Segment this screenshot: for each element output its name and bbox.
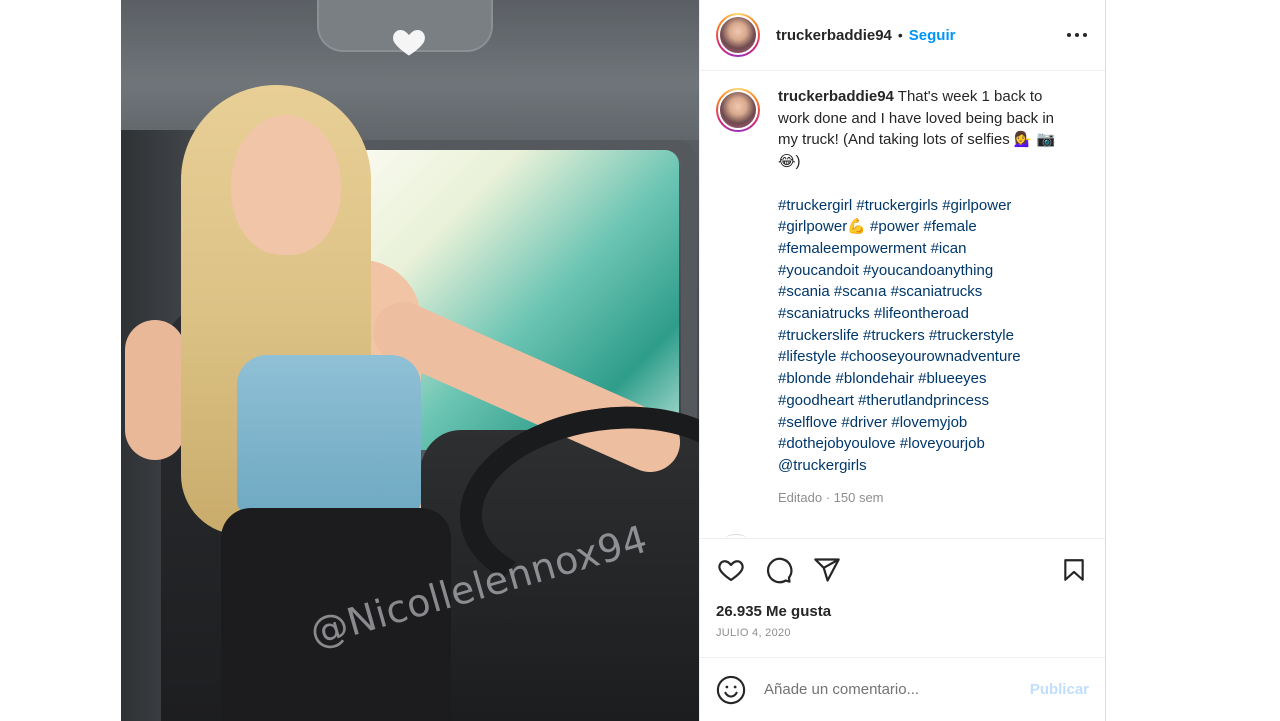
likes-count[interactable]: 26.935 Me gusta xyxy=(716,603,1089,620)
avatar-image xyxy=(718,15,758,55)
hashtag-line[interactable]: #youcandoit #youcandoanything xyxy=(778,260,1068,282)
header-separator: • xyxy=(897,27,903,43)
caption-username[interactable]: truckerbaddie94 xyxy=(778,88,894,105)
instagram-post: @Nicollelennox94 truckerbaddie94 • Segui… xyxy=(121,0,1106,721)
action-bar xyxy=(716,539,1089,601)
post-header: truckerbaddie94 • Seguir xyxy=(700,0,1105,71)
hashtag-line[interactable]: #scania #scanıa #scaniatrucks xyxy=(778,281,1068,303)
hashtag-line[interactable]: #truckerslife #truckers #truckerstyle xyxy=(778,325,1068,347)
follow-button[interactable]: Seguir xyxy=(909,27,956,44)
post-date[interactable]: JULIO 4, 2020 xyxy=(716,627,1089,639)
bookmark-icon[interactable] xyxy=(1059,555,1089,585)
heart-icon xyxy=(393,30,425,56)
heart-outline-icon[interactable] xyxy=(716,555,746,585)
avatar[interactable] xyxy=(716,13,760,57)
caption: truckerbaddie94 That's week 1 back to wo… xyxy=(716,86,1089,508)
comments-area[interactable]: truckerbaddie94 That's week 1 back to wo… xyxy=(700,72,1105,538)
hashtag-line[interactable]: #truckergirl #truckergirls #girlpower xyxy=(778,195,1068,217)
hashtag-line[interactable]: #girlpower💪 #power #female xyxy=(778,216,1068,238)
caption-body: truckerbaddie94 That's week 1 back to wo… xyxy=(778,86,1068,508)
hashtag-line[interactable]: #scaniatrucks #lifeontheroad xyxy=(778,303,1068,325)
person-left-arm xyxy=(125,320,185,460)
hashtag-line[interactable]: #femaleempowerment #ican xyxy=(778,238,1068,260)
hashtag-line[interactable]: #goodheart #therutlandprincess xyxy=(778,390,1068,412)
person-top xyxy=(237,355,421,515)
person-face xyxy=(231,115,341,255)
caption-avatar-image xyxy=(718,90,758,130)
hashtag-line[interactable]: #blonde #blondehair #blueeyes xyxy=(778,368,1068,390)
hashtag-block: #truckergirl #truckergirls #girlpower #g… xyxy=(778,195,1068,477)
post-side-panel: truckerbaddie94 • Seguir truckerbaddie94… xyxy=(699,0,1106,721)
caption-meta: Editado · 150 sem xyxy=(778,489,884,505)
hashtag-line[interactable]: #selflove #driver #lovemyjob xyxy=(778,412,1068,434)
paper-plane-icon[interactable] xyxy=(812,555,842,585)
publish-button[interactable]: Publicar xyxy=(1030,681,1089,698)
actions-section: 26.935 Me gusta JULIO 4, 2020 xyxy=(700,538,1105,656)
comment-input[interactable] xyxy=(764,681,1004,698)
caption-avatar[interactable] xyxy=(716,88,760,132)
comment-form: Publicar xyxy=(700,657,1105,721)
post-photo[interactable]: @Nicollelennox94 xyxy=(121,0,699,721)
speech-bubble-icon[interactable] xyxy=(764,555,794,585)
more-options-icon[interactable] xyxy=(1065,23,1089,47)
mention-link[interactable]: @truckergirls xyxy=(778,455,1068,477)
smiley-icon[interactable] xyxy=(716,675,746,705)
hashtag-line[interactable]: #dothejobyoulove #loveyourjob xyxy=(778,433,1068,455)
header-username[interactable]: truckerbaddie94 xyxy=(776,27,892,44)
hashtag-line[interactable]: #lifestyle #chooseyourownadventure xyxy=(778,346,1068,368)
